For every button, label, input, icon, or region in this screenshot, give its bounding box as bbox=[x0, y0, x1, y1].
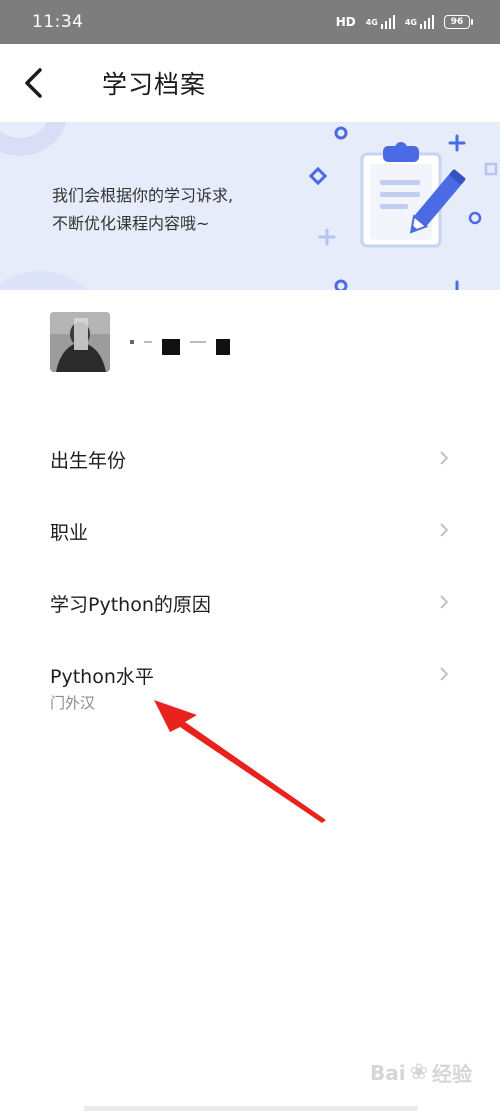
watermark: Bai ❀ 经验 bbox=[370, 1058, 472, 1087]
chevron-right-icon bbox=[440, 523, 449, 537]
nickname bbox=[130, 329, 240, 355]
clipboard-pencil-icon bbox=[360, 142, 466, 248]
menu-item-learning-reason[interactable]: 学习Python的原因 bbox=[0, 564, 500, 636]
status-bar: 11:34 HD 4G 4G 96 bbox=[0, 0, 500, 44]
banner-line-1: 我们会根据你的学习诉求, bbox=[52, 186, 234, 205]
menu-item-label: Python水平 bbox=[50, 666, 154, 688]
menu-item-birth-year[interactable]: 出生年份 bbox=[0, 420, 500, 492]
avatar[interactable] bbox=[50, 312, 110, 372]
menu-item-label: 学习Python的原因 bbox=[50, 594, 211, 616]
menu-item-label: 出生年份 bbox=[50, 450, 127, 472]
menu-item-python-level[interactable]: Python水平 门外汉 bbox=[0, 636, 500, 716]
battery-icon: 96 bbox=[444, 15, 473, 29]
profile-menu: 出生年份 职业 学习Python的原因 Python水平 门外汉 bbox=[0, 420, 500, 716]
network-type-label: 4G bbox=[365, 17, 378, 27]
banner-line-2: 不断优化课程内容哦~ bbox=[52, 214, 210, 233]
page-title: 学习档案 bbox=[102, 70, 207, 99]
avatar-image bbox=[50, 312, 110, 372]
chevron-right-icon bbox=[440, 451, 449, 465]
bottom-bar bbox=[84, 1106, 418, 1111]
menu-item-value: 门外汉 bbox=[50, 694, 96, 712]
back-button[interactable] bbox=[22, 53, 82, 113]
banner: 我们会根据你的学习诉求, 不断优化课程内容哦~ bbox=[0, 122, 500, 290]
watermark-text: Bai bbox=[369, 1060, 406, 1085]
status-icons: HD 4G 4G 96 bbox=[335, 15, 473, 29]
network-type-label-2: 4G bbox=[404, 17, 417, 27]
banner-text: 我们会根据你的学习诉求, 不断优化课程内容哦~ bbox=[52, 182, 233, 238]
profile-row[interactable] bbox=[50, 312, 240, 372]
signal-icon-2: 4G bbox=[405, 15, 434, 29]
chevron-right-icon bbox=[440, 595, 449, 609]
menu-item-occupation[interactable]: 职业 bbox=[0, 492, 500, 564]
paw-icon: ❀ bbox=[409, 1060, 428, 1085]
menu-item-label: 职业 bbox=[50, 522, 89, 544]
status-time: 11:34 bbox=[32, 12, 84, 32]
chevron-right-icon bbox=[440, 667, 449, 681]
watermark-text-2: 经验 bbox=[432, 1062, 472, 1086]
network-hd-label: HD bbox=[335, 15, 356, 29]
battery-level: 96 bbox=[450, 17, 464, 27]
back-arrow-icon bbox=[25, 68, 42, 98]
app-header: 学习档案 bbox=[0, 44, 500, 122]
signal-icon: 4G bbox=[366, 15, 395, 29]
